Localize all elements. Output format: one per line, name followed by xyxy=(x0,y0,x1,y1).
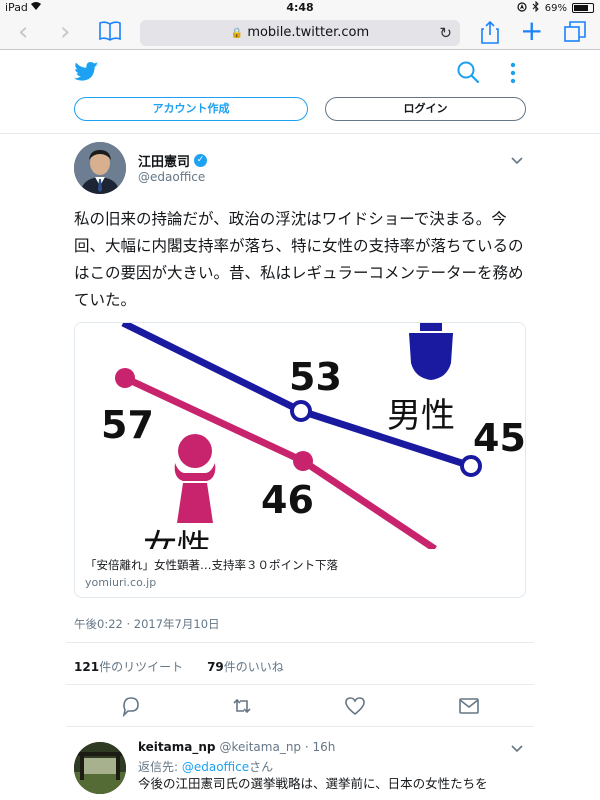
new-tab-icon[interactable]: + xyxy=(520,16,543,46)
reply-author-name[interactable]: keitama_np xyxy=(138,740,215,754)
tweet-timestamp[interactable]: 午後0:22 · 2017年7月10日 xyxy=(74,616,220,632)
lock-icon: 🔒 xyxy=(230,28,244,39)
tabs-icon[interactable] xyxy=(564,21,586,43)
url-text: mobile.twitter.com xyxy=(247,25,370,40)
female-figure-icon xyxy=(174,434,216,523)
location-icon xyxy=(517,1,527,15)
verified-badge-icon: ✓ xyxy=(194,154,208,167)
tweet-stats: 121件のリツイート 79件のいいね xyxy=(74,658,284,675)
label-46: 46 xyxy=(261,478,314,522)
label-57: 57 xyxy=(101,403,154,447)
divider xyxy=(66,642,534,643)
tweet-text: 私の旧来の持論だが、政治の浮沈はワイドショーで決まる。今回、大幅に内閣支持率が落… xyxy=(74,210,524,309)
male-point-53 xyxy=(290,400,312,422)
url-bar[interactable]: 🔒 mobile.twitter.com ↻ xyxy=(140,20,460,46)
reply-text: 今後の江田憲司氏の選挙戦略は、選挙前に、日本の女性たちを xyxy=(138,776,488,791)
female-label: 女性 xyxy=(143,528,211,549)
card-image[interactable]: 53 57 46 45 男性 女性 xyxy=(75,323,525,549)
more-menu-icon[interactable] xyxy=(508,62,518,84)
battery-percent: 69% xyxy=(544,2,567,14)
reply-to: 返信先: @edaofficeさん xyxy=(138,760,274,774)
tweet-actions xyxy=(74,695,526,721)
clock: 4:48 xyxy=(286,1,314,14)
female-point-57 xyxy=(115,368,135,388)
like-count[interactable]: 79件のいいね xyxy=(207,658,284,675)
bluetooth-icon xyxy=(532,0,540,15)
forward-icon[interactable]: › xyxy=(60,18,70,46)
retweet-icon[interactable] xyxy=(231,695,253,717)
reply-author-handle[interactable]: @keitama_np · 16h xyxy=(219,740,335,754)
author-name[interactable]: 江田憲司 ✓ xyxy=(138,151,208,170)
battery-icon xyxy=(572,3,594,13)
author-handle[interactable]: @edaoffice xyxy=(138,170,205,184)
divider xyxy=(66,726,534,727)
like-icon[interactable] xyxy=(344,695,366,717)
card-domain: yomiuri.co.jp xyxy=(85,576,157,589)
card-title[interactable]: 「安倍離れ」女性顕著…支持率３０ポイント下落 xyxy=(85,557,338,573)
status-bar: iPad 4:48 69% xyxy=(0,0,600,16)
link-card[interactable]: 53 57 46 45 男性 女性 「安倍離れ」女性顕著…支持率３０ポイント下落… xyxy=(74,322,526,598)
browser-toolbar: ‹ › 🔒 mobile.twitter.com ↻ + xyxy=(0,16,600,50)
message-icon[interactable] xyxy=(458,695,480,717)
male-label: 男性 xyxy=(387,396,455,436)
chevron-down-icon[interactable] xyxy=(511,154,523,168)
bookmarks-icon[interactable] xyxy=(98,20,122,42)
label-53: 53 xyxy=(289,355,342,399)
reply-icon[interactable] xyxy=(120,695,142,717)
twitter-bird-icon[interactable] xyxy=(74,61,100,83)
divider xyxy=(66,684,534,685)
back-icon[interactable]: ‹ xyxy=(18,18,28,46)
reply-avatar[interactable] xyxy=(74,742,126,794)
twitter-header: アカウント作成 ログイン xyxy=(0,50,600,134)
author-name-text[interactable]: 江田憲司 xyxy=(138,151,190,170)
search-icon[interactable] xyxy=(456,60,480,84)
reload-icon[interactable]: ↻ xyxy=(439,20,452,46)
reply-header: keitama_np @keitama_np · 16h xyxy=(138,740,335,754)
share-icon[interactable] xyxy=(480,20,500,44)
female-point-46 xyxy=(293,451,313,471)
login-button[interactable]: ログイン xyxy=(325,97,526,121)
retweet-count[interactable]: 121件のリツイート xyxy=(74,658,183,675)
avatar[interactable] xyxy=(74,142,126,194)
chevron-down-icon[interactable] xyxy=(511,742,523,756)
signup-button[interactable]: アカウント作成 xyxy=(74,97,308,121)
reply-mention-link[interactable]: @edaoffice xyxy=(182,760,249,774)
label-45: 45 xyxy=(473,416,525,460)
